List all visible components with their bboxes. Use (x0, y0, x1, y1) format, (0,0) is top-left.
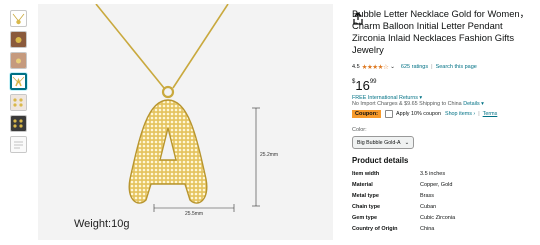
thumbnail-2[interactable] (10, 31, 27, 48)
shipping-details-link[interactable]: Details ▾ (463, 101, 484, 107)
shipping-info: No Import Charges & $9.65 Shipping to Ch… (352, 101, 484, 107)
thumbnail-5[interactable] (10, 94, 27, 111)
color-selected-value: Big Bubble Gold-A (357, 139, 401, 146)
product-details-heading: Product details (352, 156, 409, 165)
detail-key: Country of Origin (352, 226, 398, 232)
detail-key: Chain type (352, 204, 381, 210)
price-fraction: 99 (369, 79, 377, 85)
width-dimension-label: 25.5mm (185, 211, 204, 217)
detail-value: Copper, Gold (420, 182, 453, 188)
thumbnail-6[interactable] (10, 115, 27, 132)
apply-coupon-label[interactable]: Apply 10% coupon (396, 111, 441, 117)
ratings-count-link[interactable]: 625 ratings (401, 64, 428, 70)
detail-key: Metal type (352, 193, 379, 199)
detail-key: Material (352, 182, 373, 188)
detail-value: Cubic Zirconia (420, 215, 456, 221)
height-dimension-label: 25.2mm (260, 152, 279, 158)
coupon-row: Coupon: Apply 10% coupon Shop items › | … (352, 110, 497, 118)
coupon-badge: Coupon: (352, 110, 381, 118)
chevron-down-icon[interactable]: ⌄ (390, 64, 395, 70)
detail-value: Brass (420, 193, 435, 199)
detail-value: Cuban (420, 204, 437, 210)
price-symbol: $ (352, 79, 356, 85)
detail-key: Gem type (352, 215, 378, 221)
thumbnail-strip (10, 10, 30, 157)
product-title: Bubble Letter Necklace Gold for Women，Ch… (352, 8, 529, 55)
thumbnail-4-selected[interactable] (10, 73, 27, 90)
rating-row: 4.5 ★★★★☆ ⌄ 625 ratings | Search this pa… (352, 63, 477, 71)
detail-key: Item width (352, 171, 380, 177)
thumbnail-3[interactable] (10, 52, 27, 69)
shipping-text: No Import Charges & $9.65 Shipping to Ch… (352, 101, 462, 107)
rating-value: 4.5 (352, 64, 360, 70)
shop-items-link[interactable]: Shop items › (445, 111, 475, 117)
necklace-pendant-image (95, 3, 260, 212)
search-this-page-link[interactable]: Search this page (436, 64, 477, 70)
color-label: Color: (352, 127, 367, 133)
chevron-down-icon: ⌄ (404, 139, 410, 146)
detail-value: China (420, 226, 435, 232)
separator: | (431, 64, 433, 70)
detail-value: 3.5 inches (420, 171, 446, 177)
price-whole: 16 (355, 78, 370, 93)
product-main-image[interactable]: 25.2mm 25.5mm (38, 3, 363, 240)
separator: | (478, 111, 480, 117)
color-select-dropdown[interactable]: Big Bubble Gold-A ⌄ (352, 136, 415, 149)
terms-link[interactable]: Terms (483, 111, 498, 117)
thumbnail-1[interactable] (10, 10, 27, 27)
star-rating-icon[interactable]: ★★★★☆ (362, 63, 389, 71)
weight-label: Weight:10g (74, 218, 130, 230)
apply-coupon-checkbox[interactable] (385, 110, 393, 118)
price: $1699 (352, 77, 377, 95)
thumbnail-7[interactable] (10, 136, 27, 153)
